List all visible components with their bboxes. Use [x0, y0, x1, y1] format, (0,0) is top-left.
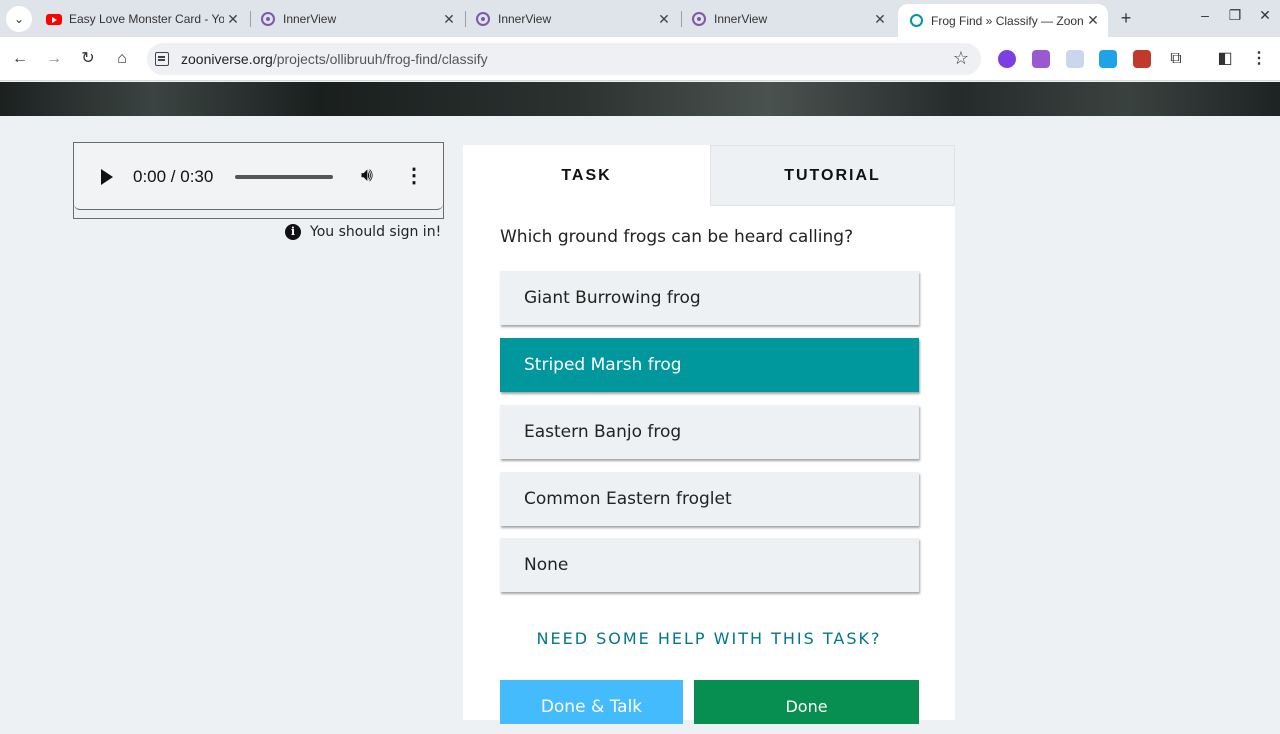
tab-title: InnerView — [714, 12, 768, 26]
task-question: Which ground frogs can be heard calling? — [500, 227, 854, 247]
audio-player: 0:00 / 0:30 🔊︎ ⋮ — [74, 143, 443, 210]
answer-option[interactable]: Common Eastern froglet — [500, 472, 919, 526]
close-tab-icon[interactable]: ✕ — [655, 11, 673, 28]
close-window-icon[interactable]: ✕ — [1253, 7, 1277, 24]
url-text[interactable]: zooniverse.org/projects/ollibruuh/frog-f… — [181, 51, 488, 67]
site-info-icon[interactable] — [155, 52, 169, 66]
audio-time: 0:00 / 0:30 — [133, 167, 214, 186]
answer-option-selected[interactable]: Striped Marsh frog — [500, 338, 919, 392]
innerview-icon — [691, 11, 707, 27]
reader-extension-icon[interactable] — [1066, 50, 1084, 68]
more-options-icon[interactable]: ⋮ — [404, 163, 424, 188]
minimize-icon[interactable]: – — [1193, 7, 1217, 23]
puzzle-extension-icon[interactable] — [1032, 50, 1050, 68]
audio-subject: 0:00 / 0:30 🔊︎ ⋮ — [73, 142, 444, 219]
play-icon[interactable] — [101, 169, 113, 185]
tab-title: InnerView — [498, 12, 552, 26]
help-link[interactable]: NEED SOME HELP WITH THIS TASK? — [463, 629, 955, 648]
tab-search-chevron-icon[interactable]: ⌄ — [6, 6, 32, 32]
answer-option[interactable]: Eastern Banjo frog — [500, 405, 919, 459]
close-tab-icon[interactable]: ✕ — [224, 11, 242, 28]
answer-option[interactable]: None — [500, 538, 919, 592]
browser-tab-innerview-1[interactable]: InnerView ✕ — [250, 4, 464, 34]
k-extension-icon[interactable] — [998, 50, 1016, 68]
zooniverse-icon — [908, 13, 924, 29]
info-icon: i — [285, 224, 301, 240]
done-and-talk-button[interactable]: Done & Talk — [500, 680, 683, 724]
close-tab-icon[interactable]: ✕ — [1084, 12, 1102, 29]
browser-toolbar: ← → ↻ ⌂ zooniverse.org/projects/ollibruu… — [0, 37, 1280, 81]
volume-icon[interactable]: 🔊︎ — [361, 165, 373, 187]
done-button[interactable]: Done — [694, 680, 919, 724]
answer-option[interactable]: Giant Burrowing frog — [500, 271, 919, 325]
address-bar[interactable]: zooniverse.org/projects/ollibruuh/frog-f… — [147, 43, 981, 75]
tab-title: InnerView — [283, 12, 337, 26]
extensions-puzzle-icon[interactable]: ⧉ — [1164, 47, 1188, 71]
new-tab-plus-icon[interactable]: + — [1116, 8, 1136, 28]
youtube-icon — [46, 11, 62, 27]
task-tabs: TASK TUTORIAL — [463, 145, 955, 206]
sign-in-text: You should sign in! — [310, 224, 442, 240]
download-extension-icon[interactable] — [1099, 50, 1117, 68]
restore-icon[interactable]: ❐ — [1223, 7, 1247, 24]
browser-tab-frog-find[interactable]: Frog Find » Classify — Zooniv ✕ — [898, 4, 1108, 37]
close-tab-icon[interactable]: ✕ — [440, 11, 458, 28]
innerview-icon — [260, 11, 276, 27]
tab-tutorial[interactable]: TUTORIAL — [710, 145, 955, 206]
header-banner-image — [0, 82, 1280, 116]
tab-task[interactable]: TASK — [463, 145, 710, 206]
audio-progress-slider[interactable] — [235, 175, 333, 179]
reload-icon[interactable]: ↻ — [76, 47, 100, 71]
back-arrow-icon[interactable]: ← — [8, 47, 32, 71]
tab-title: Frog Find » Classify — Zooniv — [931, 13, 1084, 28]
browser-tab-youtube[interactable]: Easy Love Monster Card - You ✕ — [36, 4, 248, 34]
forward-arrow-icon[interactable]: → — [42, 47, 66, 71]
side-panel-icon[interactable]: ◧ — [1213, 47, 1237, 71]
browser-tab-innerview-3[interactable]: InnerView ✕ — [681, 4, 895, 34]
browser-tab-innerview-2[interactable]: InnerView ✕ — [465, 4, 679, 34]
tab-title: Easy Love Monster Card - You — [69, 12, 224, 26]
sign-in-notice: i You should sign in! — [285, 224, 441, 240]
task-panel: TASK TUTORIAL Which ground frogs can be … — [463, 145, 955, 724]
home-icon[interactable]: ⌂ — [110, 47, 134, 71]
tab-strip: ⌄ Easy Love Monster Card - You ✕ InnerVi… — [0, 0, 1280, 37]
url-path: /projects/ollibruuh/frog-find/classify — [272, 51, 488, 67]
close-tab-icon[interactable]: ✕ — [871, 11, 889, 28]
menu-kebab-icon[interactable]: ⋮ — [1247, 47, 1271, 71]
book-extension-icon[interactable] — [1133, 50, 1151, 68]
innerview-icon — [475, 11, 491, 27]
url-domain: zooniverse.org — [181, 51, 273, 67]
bookmark-star-icon[interactable]: ☆ — [953, 48, 969, 69]
